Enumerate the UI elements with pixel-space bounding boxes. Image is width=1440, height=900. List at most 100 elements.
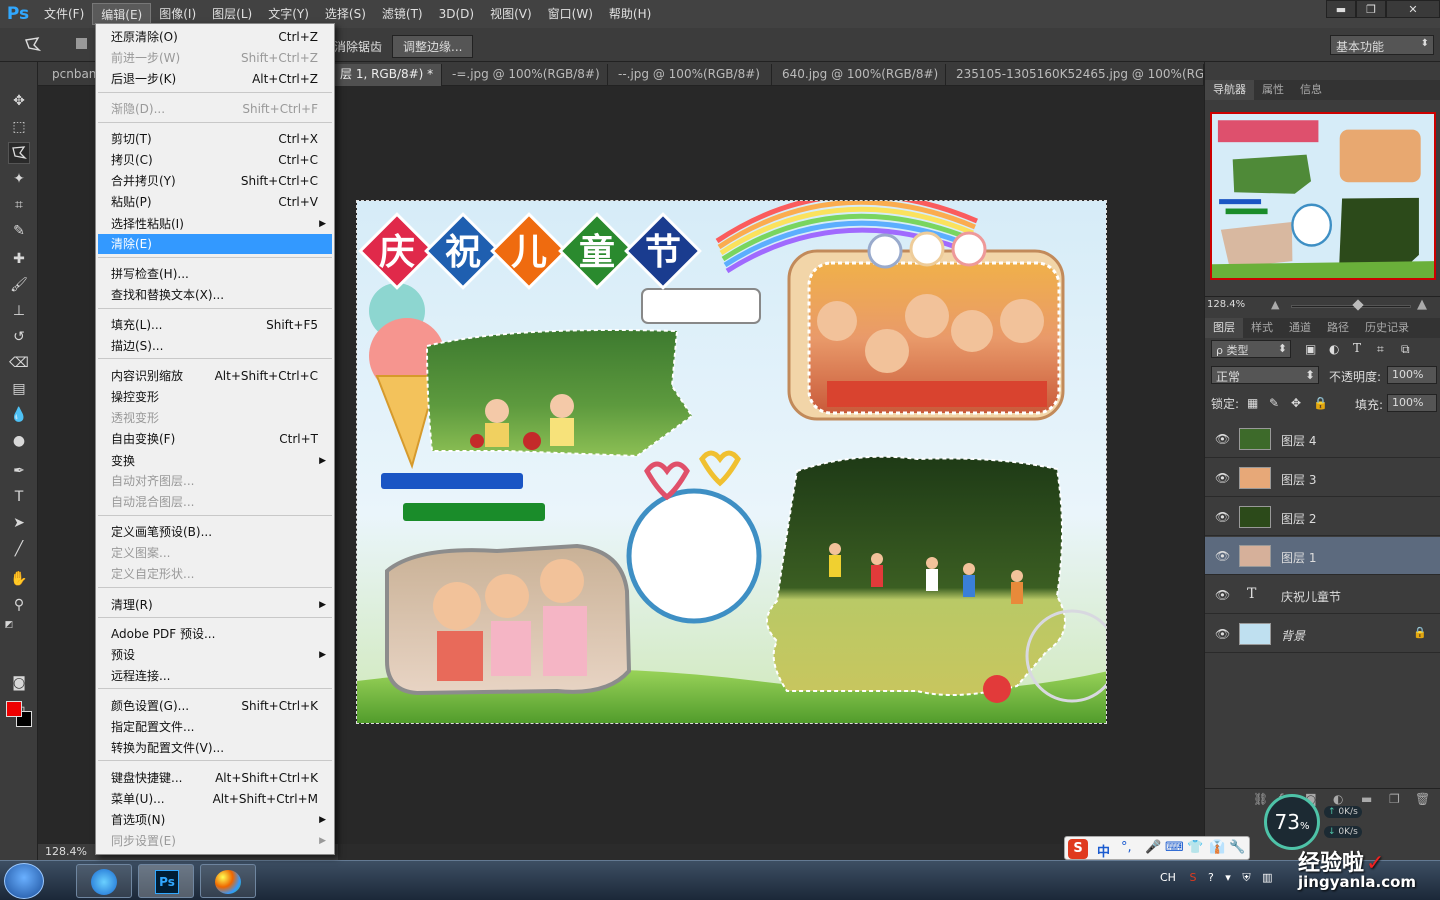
toolbox-icon[interactable]: 👔 (1209, 840, 1225, 855)
edit-menu-item[interactable]: 粘贴(P) Ctrl+V (98, 192, 332, 212)
visibility-eye-icon[interactable]: 👁 (1215, 432, 1230, 446)
document-tab-3[interactable]: --.jpg @ 100%(RGB/8#) × (610, 64, 772, 86)
navigator-thumbnail[interactable] (1210, 112, 1436, 280)
menu-9[interactable]: 窗口(W) (540, 3, 601, 25)
filter-shape-icon[interactable]: ⌗ (1377, 342, 1384, 357)
edit-menu-item[interactable]: 变换 ▶ (98, 451, 332, 471)
layer-row[interactable]: 👁 T 庆祝儿童节 (1205, 576, 1440, 614)
layers-tab-0[interactable]: 图层 (1205, 318, 1243, 338)
visibility-eye-icon[interactable]: 👁 (1215, 627, 1230, 641)
settings-wrench-icon[interactable]: 🔧 (1229, 840, 1245, 855)
edit-menu-item[interactable]: 前进一步(W) Shift+Ctrl+Z (98, 48, 332, 68)
healing-brush-icon[interactable]: ✚ (8, 248, 30, 270)
menu-6[interactable]: 滤镜(T) (374, 3, 431, 25)
magic-wand-icon[interactable]: ✦ (8, 168, 30, 190)
filter-type-icon[interactable]: T (1353, 341, 1361, 355)
edit-menu-item[interactable]: 定义画笔预设(B)... (98, 522, 332, 542)
edit-menu-item[interactable]: 填充(L)... Shift+F5 (98, 315, 332, 335)
blend-mode-select[interactable]: 正常 ⬍ (1211, 366, 1319, 384)
menu-1[interactable]: 编辑(E) (92, 3, 152, 25)
edit-menu-item[interactable]: 选择性粘贴(I) ▶ (98, 214, 332, 234)
document-canvas[interactable]: 庆祝儿童节 (356, 200, 1107, 724)
zoom-out-icon[interactable]: ▲ (1271, 298, 1279, 311)
menu-3[interactable]: 图层(L) (204, 3, 260, 25)
layer-row[interactable]: 👁 背景 🔒 (1205, 615, 1440, 653)
path-select-icon[interactable]: ➤ (8, 512, 30, 534)
lock-pixels-icon[interactable]: ✎ (1269, 396, 1279, 410)
edit-menu-item[interactable]: 远程连接... (98, 666, 332, 686)
edit-menu-item[interactable]: Adobe PDF 预设... (98, 624, 332, 644)
edit-menu-item[interactable]: 内容识别缩放 Alt+Shift+Ctrl+C (98, 366, 332, 386)
marquee-tool-icon[interactable]: ⬚ (8, 116, 30, 138)
edit-menu-item[interactable]: 菜单(U)... Alt+Shift+Ctrl+M (98, 789, 332, 809)
polygonal-lasso-icon[interactable] (24, 36, 42, 54)
layer-row[interactable]: 👁 图层 2 (1205, 498, 1440, 536)
eyedropper-icon[interactable]: ✎ (8, 220, 30, 242)
edit-menu-item[interactable]: 转换为配置文件(V)... (98, 738, 332, 758)
edit-menu-item[interactable]: 操控变形 (98, 387, 332, 407)
edit-menu-item[interactable]: 自由变换(F) Ctrl+T (98, 429, 332, 449)
minimize-button[interactable]: ▬ (1326, 0, 1356, 18)
hand-tool-icon[interactable]: ✋ (8, 568, 30, 590)
edit-menu-item[interactable]: 还原清除(O) Ctrl+Z (98, 27, 332, 47)
edit-menu-item[interactable]: 剪切(T) Ctrl+X (98, 129, 332, 149)
edit-menu-item[interactable]: 渐隐(D)... Shift+Ctrl+F (98, 99, 332, 119)
edit-menu-item[interactable]: 定义自定形状... (98, 564, 332, 584)
edit-menu-item[interactable]: 拼写检查(H)... (98, 264, 332, 284)
edit-menu-item[interactable]: 自动混合图层... (98, 492, 332, 512)
filter-adjustment-icon[interactable]: ◐ (1329, 342, 1339, 356)
type-tool-icon[interactable]: T (8, 486, 30, 508)
edit-menu-item[interactable]: 自动对齐图层... (98, 471, 332, 491)
document-tab-1[interactable]: 层 1, RGB/8#) *× (332, 64, 442, 86)
layer-row[interactable]: 👁 图层 1 (1205, 537, 1440, 575)
visibility-eye-icon[interactable]: 👁 (1215, 471, 1230, 485)
start-button[interactable] (4, 863, 44, 899)
panel-tab-1[interactable]: 属性 (1254, 80, 1292, 100)
history-brush-icon[interactable]: ↺ (8, 326, 30, 348)
menu-7[interactable]: 3D(D) (431, 3, 482, 25)
navigator-zoom-slider[interactable] (1291, 299, 1411, 311)
taskbar-app-1[interactable] (76, 864, 132, 898)
zoom-tool-icon[interactable]: ⚲ (8, 594, 30, 616)
pen-tool-icon[interactable]: ✒ (8, 460, 30, 482)
menu-2[interactable]: 图像(I) (151, 3, 204, 25)
layer-row[interactable]: 👁 图层 4 (1205, 420, 1440, 458)
help-tray-icon[interactable]: ? (1208, 871, 1214, 884)
panel-tab-2[interactable]: 信息 (1292, 80, 1330, 100)
lock-position-icon[interactable]: ✥ (1291, 396, 1301, 410)
menu-8[interactable]: 视图(V) (482, 3, 540, 25)
shield-icon[interactable]: ⛨ (1242, 871, 1250, 884)
microphone-icon[interactable]: 🎤 (1145, 840, 1161, 855)
taskbar-paint[interactable] (200, 864, 256, 898)
refine-edge-button[interactable]: 调整边缘... (392, 35, 474, 58)
edit-menu-item[interactable]: 指定配置文件... (98, 717, 332, 737)
layer-filter-select[interactable]: ρ 类型 ⬍ (1211, 340, 1291, 358)
menu-4[interactable]: 文字(Y) (260, 3, 317, 25)
eraser-icon[interactable]: ⌫ (8, 352, 30, 374)
edit-menu-item[interactable]: 预设 ▶ (98, 645, 332, 665)
foreground-color-swatch[interactable] (6, 701, 22, 717)
gradient-tool-icon[interactable]: ▤ (8, 378, 30, 400)
layers-tab-4[interactable]: 历史记录 (1357, 318, 1417, 338)
edit-menu-item[interactable]: 查找和替换文本(X)... (98, 285, 332, 305)
visibility-eye-icon[interactable]: 👁 (1215, 588, 1230, 602)
restore-button[interactable]: ❐ (1356, 0, 1386, 18)
tray-language[interactable]: CH (1160, 871, 1176, 884)
stamp-tool-icon[interactable]: ⊥ (8, 300, 30, 322)
edit-menu-item[interactable]: 透视变形 (98, 408, 332, 428)
edit-menu-item[interactable]: 清理(R) ▶ (98, 595, 332, 615)
opacity-input[interactable]: 100% (1387, 366, 1437, 384)
punctuation-icon[interactable]: °, (1121, 840, 1132, 855)
edit-menu-item[interactable]: 颜色设置(G)... Shift+Ctrl+K (98, 696, 332, 716)
taskbar-photoshop[interactable]: Ps (138, 864, 194, 898)
filter-smartobject-icon[interactable]: ⧉ (1401, 342, 1410, 357)
visibility-eye-icon[interactable]: 👁 (1215, 510, 1230, 524)
panel-tab-0[interactable]: 导航器 (1205, 80, 1254, 100)
edit-menu-item[interactable]: 合并拷贝(Y) Shift+Ctrl+C (98, 171, 332, 191)
sogou-logo[interactable]: S (1068, 839, 1088, 859)
ime-language[interactable]: 中 (1097, 841, 1110, 860)
move-tool-icon[interactable]: ✥ (8, 90, 30, 112)
edit-menu-item[interactable]: 同步设置(E) ▶ (98, 831, 332, 851)
keyboard-icon[interactable]: ⌨ (1165, 840, 1184, 855)
lock-all-icon[interactable]: 🔒 (1313, 396, 1328, 410)
